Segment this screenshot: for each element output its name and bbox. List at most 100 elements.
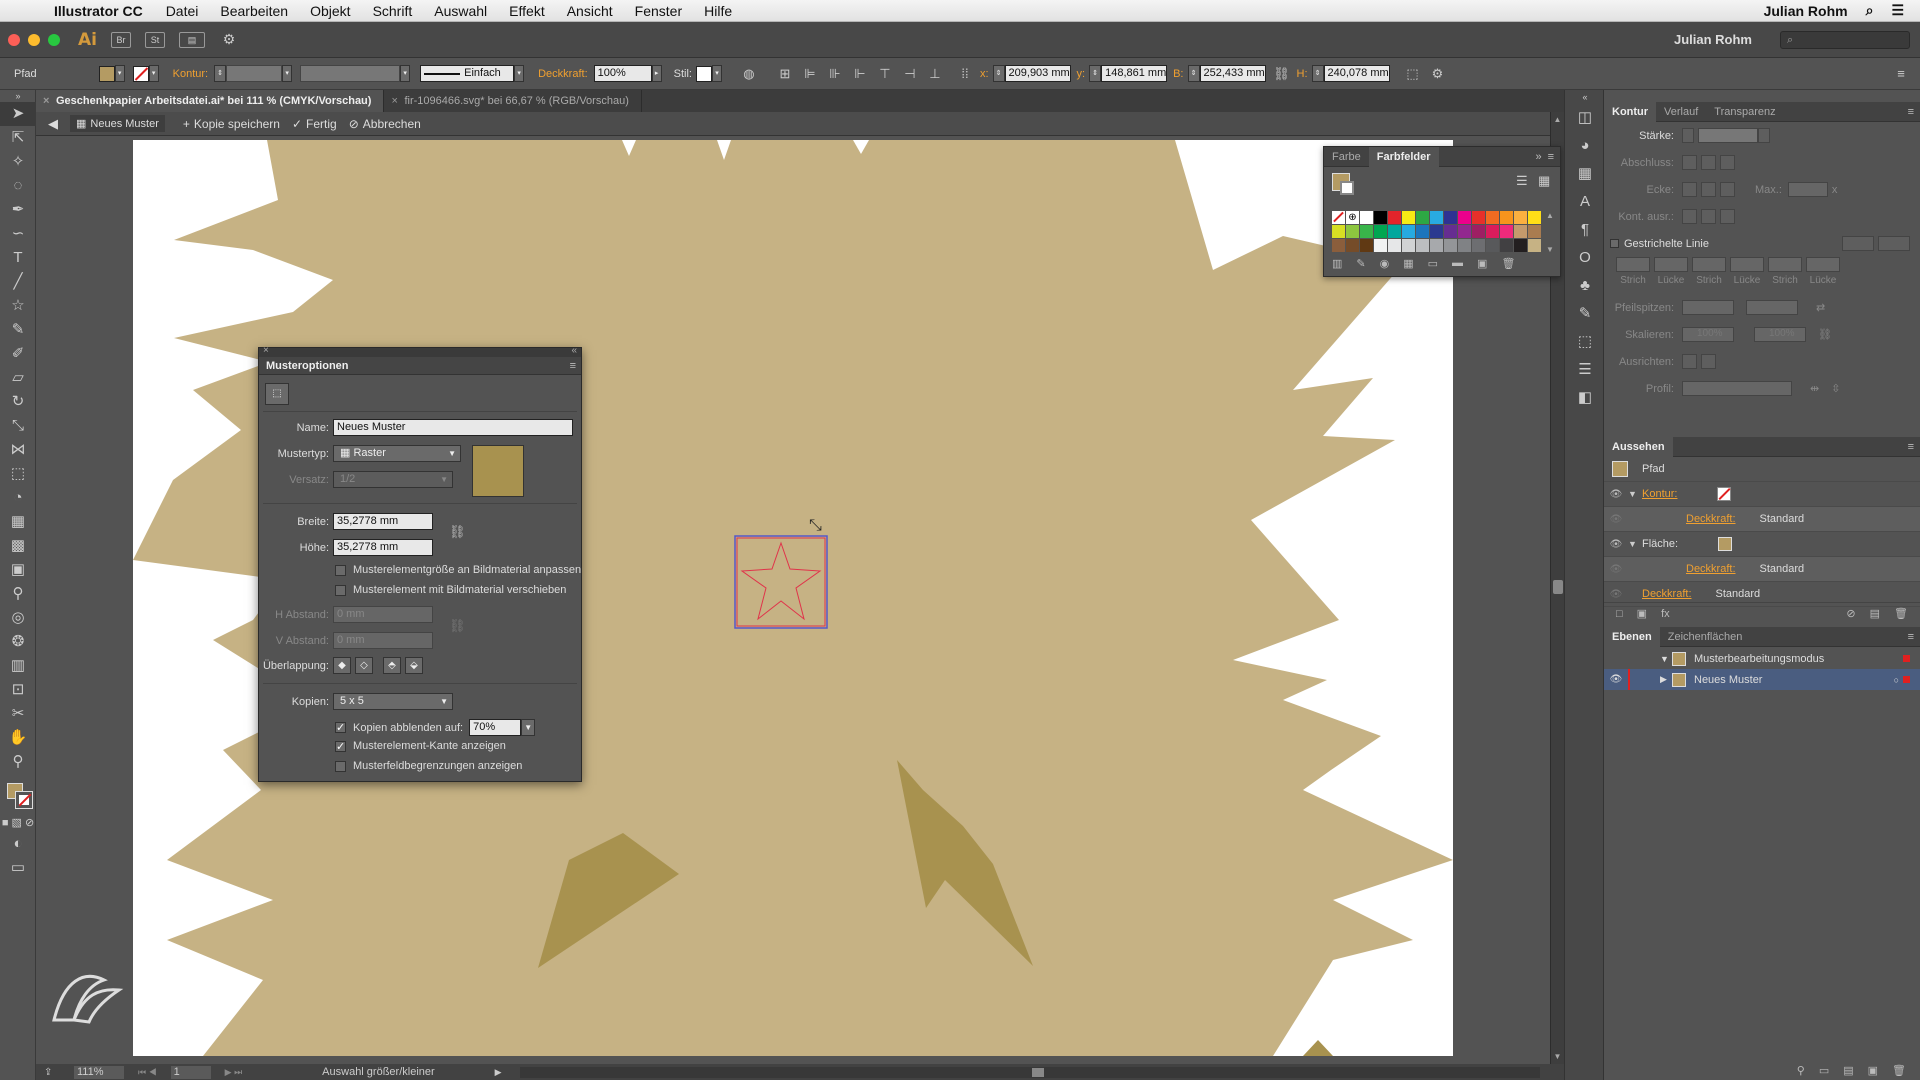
blob-brush-tool-icon[interactable]: ✐ <box>0 342 36 366</box>
link-scale-icon[interactable]: ⛓ <box>1818 328 1832 341</box>
panel-menu-icon[interactable]: ≡ <box>1548 151 1554 163</box>
color-swatch[interactable] <box>1416 211 1429 224</box>
flip-across-icon[interactable]: ⇳ <box>1831 382 1840 395</box>
tab-ebenen[interactable]: Ebenen <box>1604 626 1660 647</box>
color-swatch[interactable] <box>1528 225 1541 238</box>
swap-arrowheads-icon[interactable]: ⇄ <box>1816 301 1825 314</box>
align-left-icon[interactable]: ⊫ <box>801 65 819 83</box>
round-cap-icon[interactable] <box>1701 155 1716 170</box>
tab-farbfelder[interactable]: Farbfelder <box>1368 146 1439 167</box>
color-swatch[interactable] <box>1444 239 1457 252</box>
spacing-link-icon[interactable]: ⛓ <box>449 618 466 634</box>
color-swatch[interactable] <box>1500 211 1513 224</box>
panel-titlebar[interactable]: × « <box>259 345 581 357</box>
account-user[interactable]: Julian Rohm <box>1674 32 1752 47</box>
dash-field-3[interactable] <box>1768 257 1802 272</box>
align-center-icon[interactable]: ⊪ <box>826 65 844 83</box>
right-in-front-icon[interactable]: ◇ <box>355 657 373 674</box>
move-tile-checkbox[interactable] <box>335 584 346 596</box>
scroll-down-icon[interactable]: ▼ <box>1551 1052 1564 1061</box>
butt-cap-icon[interactable] <box>1682 155 1697 170</box>
tile-width-field[interactable]: 35,2778 mm <box>333 513 433 530</box>
recolor-artwork-icon[interactable]: ◍ <box>740 65 758 83</box>
swatch-scroll-down-icon[interactable]: ▼ <box>1546 245 1554 254</box>
share-icon[interactable]: ⇪ <box>44 1067 52 1078</box>
zoom-tool-icon[interactable]: ⚲ <box>0 750 36 774</box>
color-swatch[interactable] <box>1402 239 1415 252</box>
color-swatch[interactable] <box>1486 239 1499 252</box>
color-swatch[interactable] <box>1472 211 1485 224</box>
delete-item-icon[interactable]: 🗑 <box>1894 607 1908 620</box>
profile-dropdown[interactable]: ▾ <box>400 65 411 82</box>
magic-wand-tool-icon[interactable]: ✧ <box>0 150 36 174</box>
blend-tool-icon[interactable]: ◎ <box>0 606 36 630</box>
pattern-breadcrumb[interactable]: ▦ Neues Muster <box>70 115 165 132</box>
bridge-button[interactable]: Br <box>110 31 131 48</box>
fill-swatch[interactable] <box>1718 537 1733 551</box>
clear-appearance-icon[interactable]: ⊘ <box>1846 607 1855 620</box>
brush-definition[interactable]: Einfach <box>420 65 515 82</box>
artboard-number-field[interactable]: 1 <box>170 1065 211 1079</box>
new-layer-icon[interactable]: ▣ <box>1868 1064 1878 1077</box>
color-swatch[interactable] <box>1332 225 1345 238</box>
height-field[interactable]: 240,078 mm <box>1323 65 1390 82</box>
height-label[interactable]: H: <box>1297 68 1308 80</box>
color-swatch[interactable] <box>1346 239 1359 252</box>
close-window-button[interactable] <box>8 33 20 46</box>
color-swatch[interactable] <box>1360 211 1373 224</box>
slice-tool-icon[interactable]: ✂ <box>0 702 36 726</box>
type-tool-icon[interactable]: T <box>0 246 36 270</box>
color-swatch[interactable] <box>1500 239 1513 252</box>
gap-field-2[interactable] <box>1730 257 1764 272</box>
show-tile-edge-checkbox[interactable]: ✓ <box>335 740 346 752</box>
tab-fir-svg[interactable]: × fir-1096466.svg* bei 66,67 % (RGB/Vors… <box>384 90 642 112</box>
opacity-field[interactable]: 100% <box>593 65 652 82</box>
eraser-tool-icon[interactable]: ▱ <box>0 366 36 390</box>
paintbrush-tool-icon[interactable]: ✎ <box>0 318 36 342</box>
paragraph-icon[interactable]: ¶ <box>1565 216 1605 244</box>
round-join-icon[interactable] <box>1701 182 1716 197</box>
dashed-line-checkbox[interactable] <box>1610 239 1619 248</box>
color-swatch[interactable] <box>1514 239 1527 252</box>
stock-button[interactable]: St <box>144 31 165 48</box>
menu-schrift[interactable]: Schrift <box>362 3 424 19</box>
y-label[interactable]: y: <box>1077 68 1086 80</box>
status-menu-arrow-icon[interactable]: ▶ <box>495 1067 502 1078</box>
last-artboard-icon[interactable]: ▶ ⏭ <box>225 1067 243 1078</box>
hand-tool-icon[interactable]: ✋ <box>0 726 36 750</box>
x-label[interactable]: x: <box>980 68 989 80</box>
tile-type-select[interactable]: ▦ Raster ▼ <box>333 445 461 462</box>
color-swatch[interactable] <box>1472 239 1485 252</box>
symbol-sprayer-tool-icon[interactable]: ❂ <box>0 630 36 654</box>
panel-close-icon[interactable]: × <box>263 345 269 356</box>
help-search-input[interactable]: ⌕ <box>1780 30 1910 49</box>
visibility-eye-icon[interactable]: 👁 <box>1604 514 1628 525</box>
align-to-icon[interactable]: ⊞ <box>776 65 794 83</box>
opacity-link[interactable]: Deckkraft: <box>1686 563 1736 575</box>
panel-menu-icon[interactable]: ≡ <box>1908 106 1914 118</box>
new-swatch-folder-icon[interactable]: ▭ <box>1428 257 1438 270</box>
duplicate-item-icon[interactable]: ▤ <box>1870 607 1880 620</box>
color-swatch[interactable] <box>1458 225 1471 238</box>
stroke-weight-stepper[interactable]: ⇕ <box>214 65 227 82</box>
constrain-proportions-icon[interactable]: ⛓ <box>1273 65 1291 83</box>
dash-field-1[interactable] <box>1616 257 1650 272</box>
arrange-documents-icon[interactable]: ▤ <box>178 31 205 48</box>
weight-stepper[interactable] <box>1682 128 1694 143</box>
align-outside-stroke-icon[interactable] <box>1720 209 1735 224</box>
first-artboard-icon[interactable]: ⏮ ◀ <box>138 1067 157 1078</box>
miter-join-icon[interactable] <box>1682 182 1697 197</box>
start-scale-field[interactable]: 100% <box>1682 327 1734 342</box>
panel-menu-icon[interactable]: ≡ <box>1908 441 1914 453</box>
gap-field-1[interactable] <box>1654 257 1688 272</box>
mesh-tool-icon[interactable]: ▩ <box>0 534 36 558</box>
perspective-grid-tool-icon[interactable]: ▦ <box>0 510 36 534</box>
align-top-icon[interactable]: ⊤ <box>876 65 894 83</box>
v-spacing-field[interactable]: 0 mm <box>333 632 433 649</box>
screen-mode-icon[interactable]: ▭ <box>0 856 36 880</box>
color-swatch[interactable] <box>1416 239 1429 252</box>
scale-tool-icon[interactable]: ⤡ <box>0 414 36 438</box>
graphic-style-dropdown[interactable]: ▾ <box>711 65 722 82</box>
square-cap-icon[interactable] <box>1720 155 1735 170</box>
brick-offset-select[interactable]: 1/2 ▼ <box>333 471 453 488</box>
